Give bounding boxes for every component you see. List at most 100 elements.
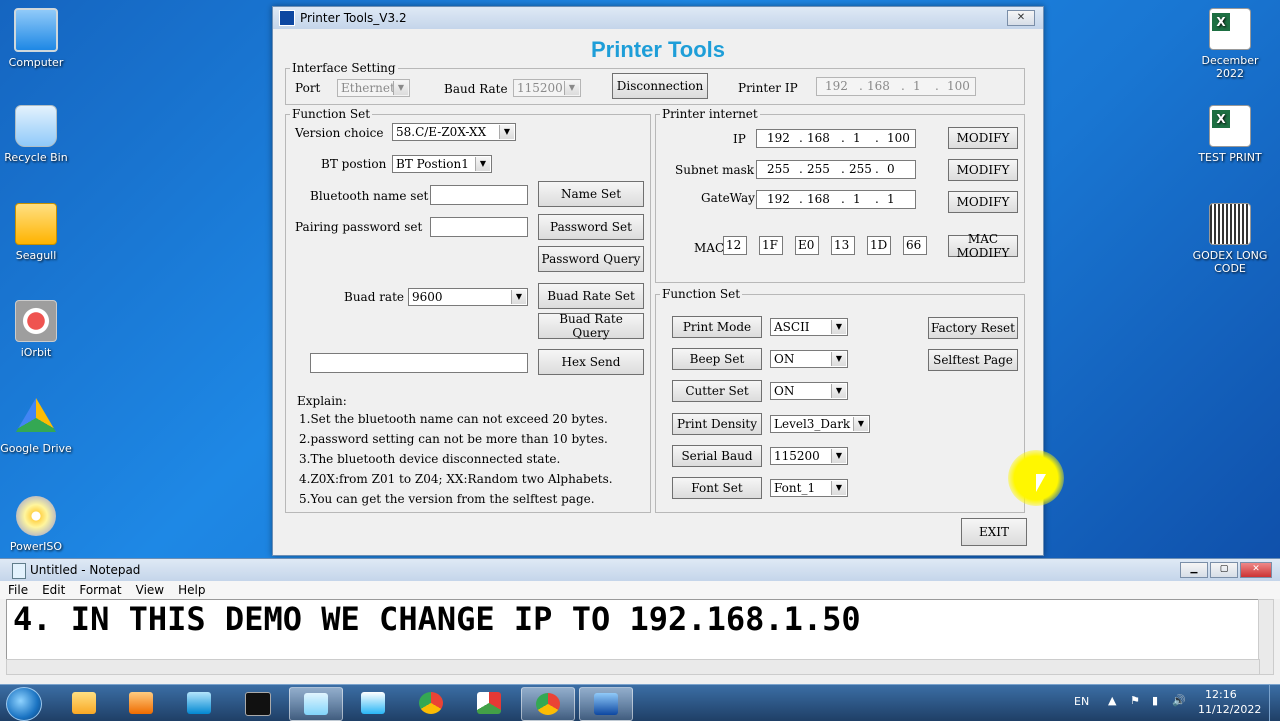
mac-octet-input[interactable]: 1F [759,236,783,255]
taskbar-chrome-2[interactable] [521,687,575,721]
cutter-set-button[interactable]: Cutter Set [672,380,762,402]
gateway-input[interactable]: 192 . 168 . 1 . 1 [756,190,916,209]
taskbar-media-player[interactable] [115,687,167,719]
horizontal-scrollbar[interactable] [6,659,1260,675]
beep-set-button[interactable]: Beep Set [672,348,762,370]
notepad-text-area[interactable]: 4. IN THIS DEMO WE CHANGE IP TO 192.168.… [6,599,1260,661]
version-choice-select[interactable]: 58.C/E-Z0X-XX ▼ [392,123,516,141]
password-set-button[interactable]: Password Set [538,214,644,240]
printer-tools-titlebar[interactable]: Printer Tools_V3.2 [273,7,1043,29]
mac-octet-input[interactable]: E0 [795,236,819,255]
desktop-icon-recycle-bin[interactable]: Recycle Bin [0,105,76,164]
mac-octet-input[interactable]: 12 [723,236,747,255]
taskbar-control-panel[interactable] [173,687,225,719]
baud-rate-left-value: 9600 [412,290,443,304]
disconnection-button[interactable]: Disconnection [612,73,708,99]
mac-label: MAC [694,241,725,255]
baud-rate-set-button[interactable]: Buad Rate Set [538,283,644,309]
mac-modify-button[interactable]: MAC MODIFY [948,232,1018,260]
baud-rate-left-select[interactable]: 9600 ▼ [408,288,528,306]
print-mode-select[interactable]: ASCII ▼ [770,318,848,336]
network-icon[interactable]: ▮ [1152,694,1158,707]
tray-expand-icon[interactable]: ▲ [1108,694,1116,707]
mac-octet-input[interactable]: 13 [831,236,855,255]
desktop-icon-poweriso[interactable]: PowerISO [0,496,76,553]
language-indicator[interactable]: EN [1074,695,1089,708]
exit-button[interactable]: EXIT [961,518,1027,546]
desktop-icon-label: Recycle Bin [4,151,68,164]
menu-view[interactable]: View [136,583,164,597]
name-set-button[interactable]: Name Set [538,181,644,207]
modify-subnet-button[interactable]: MODIFY [948,159,1018,181]
taskbar-pdf[interactable] [463,687,515,719]
show-desktop-button[interactable] [1269,685,1280,721]
desktop-icon-google-drive[interactable]: Google Drive [0,398,76,455]
clock-time[interactable]: 12:16 [1205,688,1237,701]
print-density-select[interactable]: Level3_Dark ▼ [770,415,870,433]
menu-file[interactable]: File [8,583,28,597]
printer-ip-input[interactable]: 192 . 168 . 1 . 100 [816,77,976,96]
taskbar-chrome[interactable] [405,687,457,719]
vertical-scrollbar[interactable] [1258,599,1274,675]
cutter-select[interactable]: ON ▼ [770,382,848,400]
desktop-icon-seagull[interactable]: Seagull [0,203,76,262]
password-query-button[interactable]: Password Query [538,246,644,272]
maximize-button[interactable]: ▢ [1210,562,1238,578]
explain-line: 3.The bluetooth device disconnected stat… [299,452,561,466]
subnet-mask-input[interactable]: 255 . 255 . 255 . 0 [756,160,916,179]
serial-baud-value: 115200 [774,449,820,463]
taskbar-explorer[interactable] [58,687,110,719]
volume-icon[interactable]: 🔊 [1172,694,1186,707]
window-close-button[interactable]: ✕ [1007,10,1035,26]
desktop-icon-godex-long-code[interactable]: GODEX LONG CODE [1190,203,1270,275]
ip-octet: 1 [853,192,861,206]
bluetooth-name-input[interactable] [430,185,528,205]
taskbar-cmd[interactable] [231,687,283,719]
desktop-icon-iorbit[interactable]: iOrbit [0,300,76,359]
taskbar-app[interactable] [347,687,399,719]
mac-octet-input[interactable]: 1D [867,236,891,255]
group-legend: Interface Setting [292,61,396,75]
bluetooth-name-label: Bluetooth name set [310,189,429,203]
selftest-page-button[interactable]: Selftest Page [928,349,1018,371]
font-set-button[interactable]: Font Set [672,477,762,499]
modify-ip-button[interactable]: MODIFY [948,127,1018,149]
notepad-close-button[interactable]: ✕ [1240,562,1272,578]
font-select[interactable]: Font_1 ▼ [770,479,848,497]
mac-octet-input[interactable]: 66 [903,236,927,255]
start-button[interactable] [6,687,42,721]
hex-input[interactable] [310,353,528,373]
menu-edit[interactable]: Edit [42,583,65,597]
flag-icon[interactable]: ⚑ [1130,694,1140,707]
clock-date[interactable]: 11/12/2022 [1198,703,1261,716]
modify-gateway-button[interactable]: MODIFY [948,191,1018,213]
notepad-titlebar[interactable]: Untitled - Notepad ▁ ▢ ✕ [0,559,1280,581]
print-mode-button[interactable]: Print Mode [672,316,762,338]
print-density-button[interactable]: Print Density [672,413,762,435]
taskbar-printer-tools[interactable] [579,687,633,721]
desktop-icon-test-print[interactable]: TEST PRINT [1190,105,1270,164]
serial-baud-select[interactable]: 115200 ▼ [770,447,848,465]
hex-send-button[interactable]: Hex Send [538,349,644,375]
minimize-icon: ▁ [1190,564,1198,574]
chevron-down-icon: ▼ [393,81,408,95]
beep-select[interactable]: ON ▼ [770,350,848,368]
serial-baud-button[interactable]: Serial Baud [672,445,762,467]
desktop-icon-computer[interactable]: Computer [0,8,76,69]
menu-help[interactable]: Help [178,583,205,597]
desktop-icon-label: iOrbit [20,346,52,359]
bt-position-select[interactable]: BT Postion1 ▼ [392,155,492,173]
interface-baud-select[interactable]: 115200 ▼ [513,79,581,97]
taskbar-notepad[interactable] [289,687,343,721]
pairing-password-input[interactable] [430,217,528,237]
port-select[interactable]: Ethernet ▼ [337,79,410,97]
bt-position-value: BT Postion1 [396,157,469,171]
factory-reset-button[interactable]: Factory Reset [928,317,1018,339]
baud-rate-query-button[interactable]: Buad Rate Query [538,312,644,340]
minimize-button[interactable]: ▁ [1180,562,1208,578]
ip-input[interactable]: 192 . 168 . 1 . 100 [756,129,916,148]
menu-format[interactable]: Format [79,583,121,597]
chevron-down-icon: ▼ [853,417,868,431]
port-value: Ethernet [341,81,395,95]
desktop-icon-december-2022[interactable]: December 2022 [1190,8,1270,80]
